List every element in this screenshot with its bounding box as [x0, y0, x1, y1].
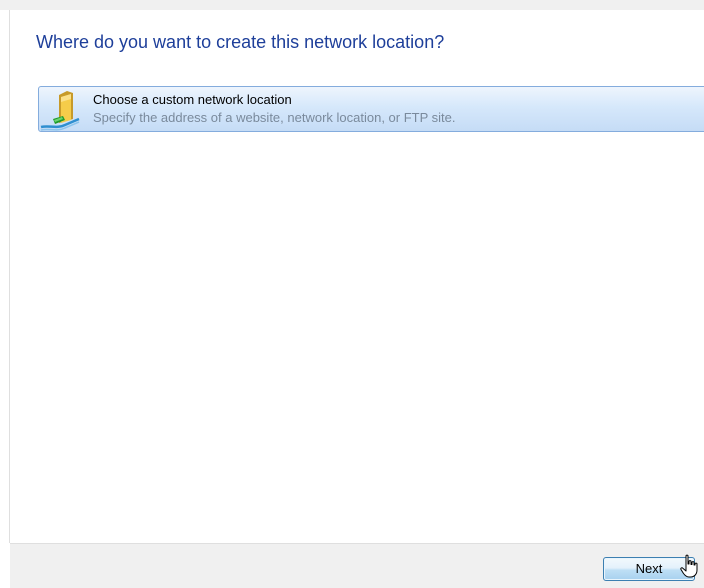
- window-top-strip: [0, 0, 704, 10]
- next-button[interactable]: Next: [603, 557, 695, 581]
- option-custom-network-location[interactable]: Choose a custom network location Specify…: [38, 86, 704, 132]
- option-title: Choose a custom network location: [93, 92, 292, 107]
- network-folder-icon: [40, 91, 80, 131]
- wizard-content-area: Where do you want to create this network…: [10, 10, 704, 543]
- wizard-footer: Next: [10, 543, 704, 588]
- option-description: Specify the address of a website, networ…: [93, 110, 456, 125]
- page-title: Where do you want to create this network…: [36, 32, 445, 52]
